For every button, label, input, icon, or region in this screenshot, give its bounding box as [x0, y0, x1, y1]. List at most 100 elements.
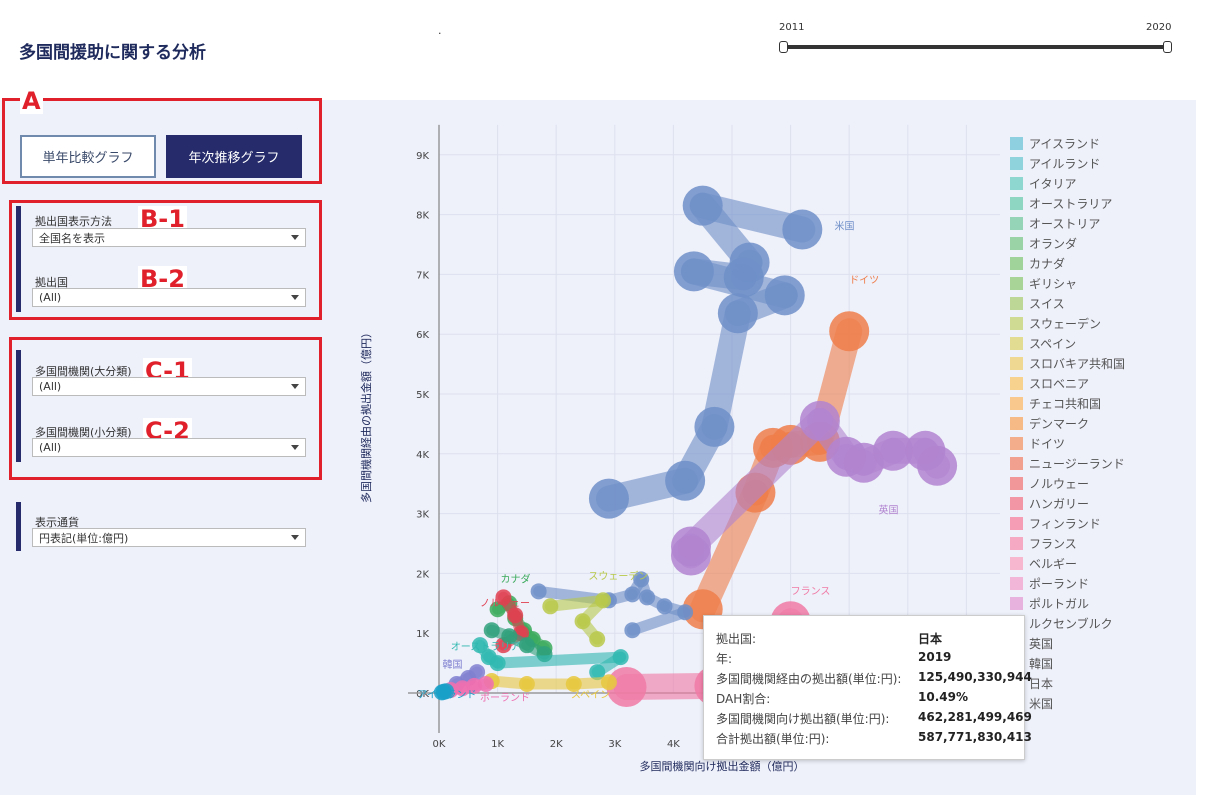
tooltip-key: 拠出国: — [716, 632, 757, 646]
legend-swatch — [1010, 136, 1023, 150]
legend-swatch — [1010, 316, 1023, 330]
legend-label: ハンガリー — [1029, 496, 1090, 511]
chevron-down-icon — [291, 445, 299, 450]
legend-item[interactable]: イタリア — [1010, 173, 1077, 193]
tooltip-key: 合計拠出額(単位:円): — [716, 732, 830, 746]
legend-item[interactable]: スペイン — [1010, 333, 1076, 353]
chart-tooltip: 拠出国: 日本年: 2019 多国間機関経由の拠出額(単位:円): 125,490,33… — [703, 615, 1032, 760]
legend-swatch — [1010, 196, 1023, 210]
legend-swatch — [1010, 596, 1023, 610]
donor-value: (All) — [39, 291, 62, 304]
legend-label: オーストリア — [1029, 216, 1101, 231]
legend-item[interactable]: ルクセンブルク — [1010, 613, 1113, 633]
slider-end-label: 2020 — [1146, 22, 1172, 33]
legend-item[interactable]: ドイツ — [1010, 433, 1065, 453]
legend-item[interactable]: ハンガリー — [1010, 493, 1089, 513]
legend-swatch — [1010, 236, 1023, 250]
legend-label: ポルトガル — [1029, 596, 1090, 611]
legend-item[interactable]: オランダ — [1010, 233, 1077, 253]
legend-item[interactable]: フィンランド — [1010, 513, 1101, 533]
legend-label: 韓国 — [1029, 656, 1054, 671]
legend-item[interactable]: チェコ共和国 — [1010, 393, 1101, 413]
org-major-value: (All) — [39, 380, 62, 393]
currency-value: 円表記(単位:億円) — [39, 531, 129, 545]
display-method-dropdown[interactable]: 全国名を表示 — [32, 228, 306, 247]
legend-label: スウェーデン — [1029, 316, 1102, 331]
dashboard: 多国間援助に関する分析 . 2011 2020 A 単年比較グラフ 年次推移グラ… — [0, 0, 1206, 795]
legend-item[interactable]: スロバキア共和国 — [1010, 353, 1125, 373]
org-major-dropdown[interactable]: (All) — [32, 377, 306, 396]
legend-item[interactable]: ポルトガル — [1010, 593, 1089, 613]
legend-swatch — [1010, 356, 1023, 370]
legend-swatch — [1010, 176, 1023, 190]
legend-item[interactable]: ギリシャ — [1010, 273, 1077, 293]
legend-label: ノルウェー — [1029, 476, 1090, 491]
tooltip-row: 拠出国: 日本 — [716, 630, 1016, 650]
year-slider-end-handle[interactable] — [1163, 41, 1172, 53]
yearly-trend-graph-button[interactable]: 年次推移グラフ — [166, 135, 302, 178]
tooltip-row: 年: 2019 — [716, 650, 1016, 670]
tooltip-value: 日本 — [918, 632, 943, 646]
legend-swatch — [1010, 336, 1023, 350]
tooltip-value: 587,771,830,413 — [918, 730, 1032, 744]
legend-label: アイスランド — [1029, 136, 1101, 151]
legend-item[interactable]: カナダ — [1010, 253, 1065, 273]
legend-label: アイルランド — [1029, 156, 1101, 171]
tooltip-value: 2019 — [918, 650, 952, 664]
legend-swatch — [1010, 156, 1023, 170]
filter-group-bar — [16, 350, 21, 462]
chevron-down-icon — [291, 384, 299, 389]
legend-label: 米国 — [1029, 696, 1054, 711]
legend-label: チェコ共和国 — [1029, 396, 1102, 411]
legend-item[interactable]: オーストリア — [1010, 213, 1100, 233]
legend-item[interactable]: アイスランド — [1010, 133, 1100, 153]
legend-swatch — [1010, 296, 1023, 310]
legend-item[interactable]: アイルランド — [1010, 153, 1100, 173]
single-year-graph-button[interactable]: 単年比較グラフ — [20, 135, 156, 178]
chevron-down-icon — [291, 235, 299, 240]
legend-item[interactable]: オーストラリア — [1010, 193, 1112, 213]
stray-dot: . — [438, 24, 442, 37]
legend-label: スペイン — [1029, 336, 1077, 351]
legend-swatch — [1010, 276, 1023, 290]
legend-item[interactable]: ベルギー — [1010, 553, 1077, 573]
legend-label: ポーランド — [1029, 576, 1090, 591]
legend-item[interactable]: スイス — [1010, 293, 1065, 313]
legend-swatch — [1010, 436, 1023, 450]
legend-label: ベルギー — [1029, 556, 1078, 571]
legend-swatch — [1010, 456, 1023, 470]
tooltip-row: 合計拠出額(単位:円): 587,771,830,413 — [716, 730, 1032, 750]
legend-item[interactable]: フランス — [1010, 533, 1077, 553]
legend-item[interactable]: スロベニア — [1010, 373, 1089, 393]
legend-item[interactable]: ニュージーランド — [1010, 453, 1125, 473]
legend-item[interactable]: スウェーデン — [1010, 313, 1101, 333]
filter-group-bar — [16, 206, 21, 312]
legend-swatch — [1010, 516, 1023, 530]
legend-swatch — [1010, 496, 1023, 510]
tooltip-value: 125,490,330,944 — [918, 670, 1032, 684]
tooltip-value: 462,281,499,469 — [918, 710, 1032, 724]
legend-item[interactable]: ノルウェー — [1010, 473, 1089, 493]
legend-swatch — [1010, 216, 1023, 230]
year-slider-track[interactable] — [783, 45, 1168, 49]
currency-dropdown[interactable]: 円表記(単位:億円) — [32, 528, 306, 547]
year-slider-start-handle[interactable] — [779, 41, 788, 53]
tooltip-key: 年: — [716, 652, 733, 666]
legend-label: スロバキア共和国 — [1029, 356, 1126, 371]
chevron-down-icon — [291, 535, 299, 540]
legend-swatch — [1010, 416, 1023, 430]
filter-group-bar — [16, 502, 21, 551]
org-minor-dropdown[interactable]: (All) — [32, 438, 306, 457]
legend-item[interactable]: デンマーク — [1010, 413, 1089, 433]
tooltip-row: 多国間機関経由の拠出額(単位:円): 125,490,330,944 — [716, 670, 1032, 690]
legend-label: ニュージーランド — [1029, 456, 1125, 471]
legend-label: デンマーク — [1029, 416, 1090, 431]
legend-label: オランダ — [1029, 236, 1078, 251]
legend-swatch — [1010, 556, 1023, 570]
legend-swatch — [1010, 396, 1023, 410]
chevron-down-icon — [291, 295, 299, 300]
page-title: 多国間援助に関する分析 — [19, 43, 206, 63]
legend-label: ルクセンブルク — [1029, 616, 1113, 631]
donor-dropdown[interactable]: (All) — [32, 288, 306, 307]
legend-item[interactable]: ポーランド — [1010, 573, 1089, 593]
